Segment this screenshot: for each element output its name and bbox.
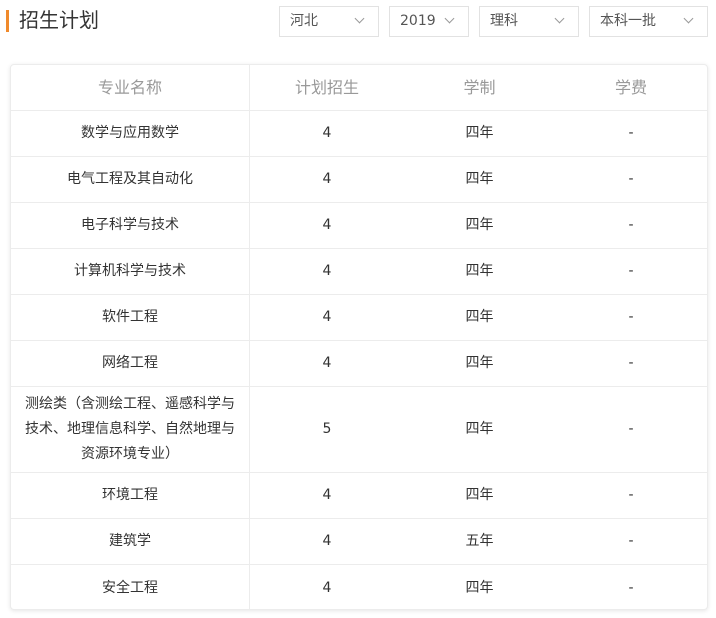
major-cell: 测绘类（含测绘工程、遥感科学与技术、地理信息科学、自然地理与资源环境专业） bbox=[11, 387, 250, 472]
duration-cell: 四年 bbox=[465, 217, 494, 233]
province-select-value: 河北 bbox=[290, 13, 318, 29]
duration-cell: 四年 bbox=[465, 355, 494, 371]
table-row: 计算机科学与技术 4 四年 - bbox=[11, 249, 707, 295]
table-header-row: 专业名称 计划招生 学制 学费 bbox=[11, 65, 707, 111]
fee-cell: - bbox=[628, 355, 634, 371]
column-header-plan: 计划招生 bbox=[294, 78, 359, 97]
table-row: 电子科学与技术 4 四年 - bbox=[11, 203, 707, 249]
duration-cell: 四年 bbox=[465, 309, 494, 325]
major-cell: 数学与应用数学 bbox=[11, 111, 250, 156]
major-cell: 计算机科学与技术 bbox=[11, 249, 250, 294]
subject-select[interactable]: 理科 bbox=[479, 6, 579, 37]
column-header-fee: 学费 bbox=[614, 78, 647, 97]
column-header-duration: 学制 bbox=[463, 78, 496, 97]
year-select[interactable]: 2019 bbox=[389, 6, 469, 37]
major-cell: 电气工程及其自动化 bbox=[11, 157, 250, 202]
table-row: 软件工程 4 四年 - bbox=[11, 295, 707, 341]
fee-cell: - bbox=[628, 533, 634, 549]
duration-cell: 四年 bbox=[465, 421, 494, 437]
duration-cell: 四年 bbox=[465, 263, 494, 279]
year-select-value: 2019 bbox=[400, 13, 436, 29]
plan-cell: 4 bbox=[322, 533, 332, 549]
major-cell: 电子科学与技术 bbox=[11, 203, 250, 248]
duration-cell: 四年 bbox=[465, 487, 494, 503]
plan-cell: 5 bbox=[322, 421, 332, 437]
fee-cell: - bbox=[628, 125, 634, 141]
batch-select-value: 本科一批 bbox=[600, 13, 656, 29]
plan-cell: 4 bbox=[322, 355, 332, 371]
province-select[interactable]: 河北 bbox=[279, 6, 379, 37]
table-row: 网络工程 4 四年 - bbox=[11, 341, 707, 387]
duration-cell: 四年 bbox=[465, 579, 494, 596]
duration-cell: 四年 bbox=[465, 125, 494, 141]
fee-cell: - bbox=[628, 309, 634, 325]
title-accent-bar bbox=[6, 10, 9, 32]
fee-cell: - bbox=[628, 263, 634, 279]
major-cell: 建筑学 bbox=[11, 519, 250, 564]
major-cell: 网络工程 bbox=[11, 341, 250, 386]
subject-select-value: 理科 bbox=[490, 13, 518, 29]
table-row: 安全工程 4 四年 - bbox=[11, 565, 707, 609]
major-cell: 环境工程 bbox=[11, 473, 250, 518]
column-header-major: 专业名称 bbox=[11, 65, 250, 110]
duration-cell: 四年 bbox=[465, 171, 494, 187]
table-row: 环境工程 4 四年 - bbox=[11, 473, 707, 519]
plan-cell: 4 bbox=[322, 171, 332, 187]
chevron-down-icon bbox=[554, 13, 565, 24]
chevron-down-icon bbox=[354, 13, 365, 24]
fee-cell: - bbox=[628, 217, 634, 233]
major-cell: 软件工程 bbox=[11, 295, 250, 340]
chevron-down-icon bbox=[444, 13, 455, 24]
table-row: 电气工程及其自动化 4 四年 - bbox=[11, 157, 707, 203]
chevron-down-icon bbox=[683, 13, 694, 24]
plan-cell: 4 bbox=[322, 217, 332, 233]
plan-cell: 4 bbox=[322, 263, 332, 279]
table-row: 建筑学 4 五年 - bbox=[11, 519, 707, 565]
fee-cell: - bbox=[628, 421, 634, 437]
plan-cell: 4 bbox=[322, 125, 332, 141]
duration-cell: 五年 bbox=[465, 533, 494, 549]
major-cell: 安全工程 bbox=[11, 565, 250, 609]
fee-cell: - bbox=[628, 579, 634, 596]
enrollment-plan-table: 专业名称 计划招生 学制 学费 数学与应用数学 4 四年 - 电气工程及其自动化… bbox=[10, 64, 708, 610]
page-title: 招生计划 bbox=[19, 8, 99, 32]
table-row: 测绘类（含测绘工程、遥感科学与技术、地理信息科学、自然地理与资源环境专业） 5 … bbox=[11, 387, 707, 473]
table-row: 数学与应用数学 4 四年 - bbox=[11, 111, 707, 157]
plan-cell: 4 bbox=[322, 487, 332, 503]
fee-cell: - bbox=[628, 171, 634, 187]
fee-cell: - bbox=[628, 487, 634, 503]
plan-cell: 4 bbox=[322, 309, 332, 325]
plan-cell: 4 bbox=[322, 579, 332, 596]
batch-select[interactable]: 本科一批 bbox=[589, 6, 708, 37]
